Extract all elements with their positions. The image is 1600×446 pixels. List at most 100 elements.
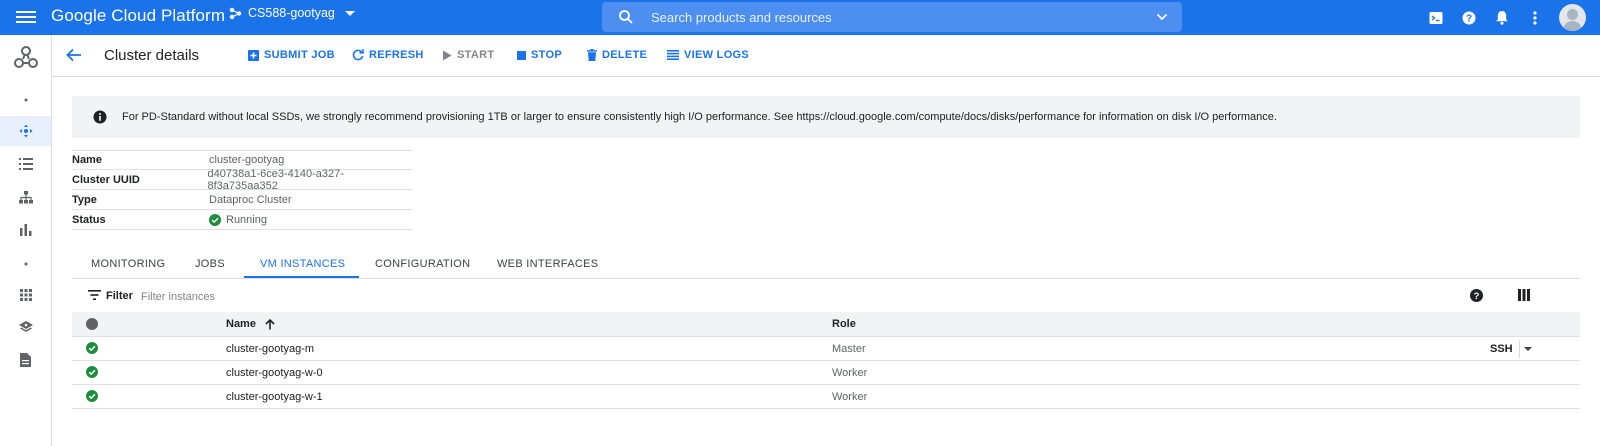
check-circle-icon	[209, 213, 221, 226]
role-column-header[interactable]: Role	[832, 318, 856, 330]
help-icon[interactable]: ?	[1470, 289, 1483, 302]
stop-button[interactable]: STOP	[517, 49, 562, 61]
detail-value: Running	[209, 213, 267, 226]
active-tab-indicator	[244, 276, 359, 278]
detail-row-uuid: Cluster UUID d40738a1-6ce3-4140-a327-8f3…	[72, 167, 412, 192]
instance-name[interactable]: cluster-gootyag-w-1	[226, 391, 323, 403]
tab-bar: MONITORING JOBS VM INSTANCES CONFIGURATI…	[72, 252, 1580, 279]
filter-icon[interactable]	[88, 290, 101, 300]
detail-row-status: Status Running	[72, 210, 412, 230]
status-text: Running	[226, 213, 267, 226]
info-icon	[93, 110, 107, 124]
check-circle-icon	[86, 366, 98, 378]
instance-name[interactable]: cluster-gootyag-w-0	[226, 367, 323, 379]
nav-metastore-icon[interactable]	[0, 312, 51, 342]
refresh-icon	[352, 49, 364, 61]
nav-autoscaling-icon[interactable]	[0, 215, 51, 245]
cluster-details-table: Name cluster-gootyag Cluster UUID d40738…	[72, 150, 412, 230]
nav-workflows-icon[interactable]	[0, 182, 51, 212]
stop-label: STOP	[531, 49, 562, 61]
instance-role: Worker	[832, 391, 868, 403]
brand-title[interactable]: Google Cloud Platform	[51, 6, 225, 26]
nav-jobs-icon[interactable]	[0, 149, 51, 179]
project-selector[interactable]: CS588-gootyag	[229, 6, 355, 20]
filter-label[interactable]: Filter	[106, 290, 133, 302]
detail-key: Cluster UUID	[72, 173, 140, 186]
search-placeholder: Search products and resources	[651, 9, 832, 25]
page-title: Cluster details	[104, 47, 200, 64]
nav-notebooks-icon[interactable]	[0, 345, 51, 375]
table-row[interactable]: cluster-gootyag-w-0 Worker	[72, 361, 1580, 385]
detail-key: Type	[72, 193, 97, 206]
table-row[interactable]: cluster-gootyag-m Master SSH	[72, 337, 1580, 361]
project-icon	[229, 7, 242, 19]
nav-components-icon[interactable]	[0, 280, 51, 310]
detail-key: Status	[72, 213, 106, 226]
info-banner: For PD-Standard without local SSDs, we s…	[72, 96, 1580, 138]
search-icon	[619, 10, 633, 24]
more-vert-icon[interactable]	[1518, 0, 1551, 35]
detail-value: cluster-gootyag	[209, 154, 285, 166]
list-icon	[667, 50, 679, 60]
start-label: START	[457, 49, 495, 61]
check-circle-icon	[86, 342, 98, 354]
dataproc-logo-icon[interactable]	[0, 39, 51, 75]
arrow-upward-icon	[265, 318, 275, 330]
notifications-icon[interactable]	[1485, 0, 1518, 35]
instance-name[interactable]: cluster-gootyag-m	[226, 343, 314, 355]
nav-dot-icon	[0, 85, 51, 115]
trash-icon	[587, 49, 597, 61]
filter-input[interactable]	[141, 288, 441, 306]
menu-icon[interactable]	[16, 8, 36, 26]
nav-clusters-icon[interactable]	[0, 116, 51, 146]
tab-vm-instances[interactable]: VM INSTANCES	[260, 258, 345, 270]
delete-button[interactable]: DELETE	[587, 49, 647, 61]
name-column-label: Name	[226, 318, 256, 330]
ssh-dropdown-icon[interactable]	[1524, 347, 1532, 351]
submit-job-label: SUBMIT JOB	[264, 49, 335, 61]
nav-dot-icon	[0, 249, 51, 279]
check-circle-icon	[86, 390, 98, 402]
table-header: Name Role	[72, 312, 1580, 337]
add-box-icon	[248, 49, 259, 61]
detail-value: d40738a1-6ce3-4140-a327-8f3a735aa352	[207, 167, 344, 192]
svg-text:?: ?	[1465, 13, 1471, 24]
back-arrow-icon[interactable]	[66, 47, 82, 63]
refresh-button[interactable]: REFRESH	[352, 49, 424, 61]
top-app-bar: Google Cloud Platform CS588-gootyag Sear…	[0, 0, 1600, 35]
detail-row-type: Type Dataproc Cluster	[72, 190, 412, 210]
ssh-divider	[1519, 340, 1520, 358]
view-logs-button[interactable]: VIEW LOGS	[667, 49, 749, 61]
search-bar[interactable]: Search products and resources	[602, 2, 1182, 32]
tab-configuration[interactable]: CONFIGURATION	[375, 258, 470, 270]
page-header: Cluster details SUBMIT JOB REFRESH START…	[52, 35, 1600, 77]
status-column-icon	[86, 318, 98, 330]
play-icon	[443, 50, 452, 60]
chevron-down-icon	[344, 10, 355, 16]
left-nav	[0, 35, 52, 446]
filter-bar: Filter ?	[72, 283, 1580, 311]
tab-jobs[interactable]: JOBS	[195, 258, 225, 270]
detail-key: Name	[72, 154, 102, 166]
tab-monitoring[interactable]: MONITORING	[91, 258, 165, 270]
ssh-button[interactable]: SSH	[1490, 343, 1513, 355]
stop-icon	[517, 50, 526, 60]
project-name: CS588-gootyag	[248, 6, 335, 20]
table-row[interactable]: cluster-gootyag-w-1 Worker	[72, 385, 1580, 409]
help-icon[interactable]: ?	[1452, 0, 1485, 35]
banner-text: For PD-Standard without local SSDs, we s…	[122, 111, 1277, 123]
name-column-header[interactable]: Name	[226, 318, 275, 330]
tab-web-interfaces[interactable]: WEB INTERFACES	[497, 258, 598, 270]
expand-search-icon[interactable]	[1156, 11, 1168, 23]
account-avatar[interactable]	[1559, 4, 1586, 31]
instance-role: Worker	[832, 367, 868, 379]
submit-job-button[interactable]: SUBMIT JOB	[248, 49, 335, 61]
view-logs-label: VIEW LOGS	[684, 49, 750, 61]
column-display-icon[interactable]	[1518, 289, 1530, 301]
svg-text:?: ?	[1474, 291, 1480, 302]
start-button[interactable]: START	[442, 49, 494, 61]
cloud-shell-icon[interactable]	[1419, 0, 1452, 35]
refresh-label: REFRESH	[369, 49, 424, 61]
delete-label: DELETE	[602, 49, 648, 61]
detail-value: Dataproc Cluster	[209, 193, 292, 206]
